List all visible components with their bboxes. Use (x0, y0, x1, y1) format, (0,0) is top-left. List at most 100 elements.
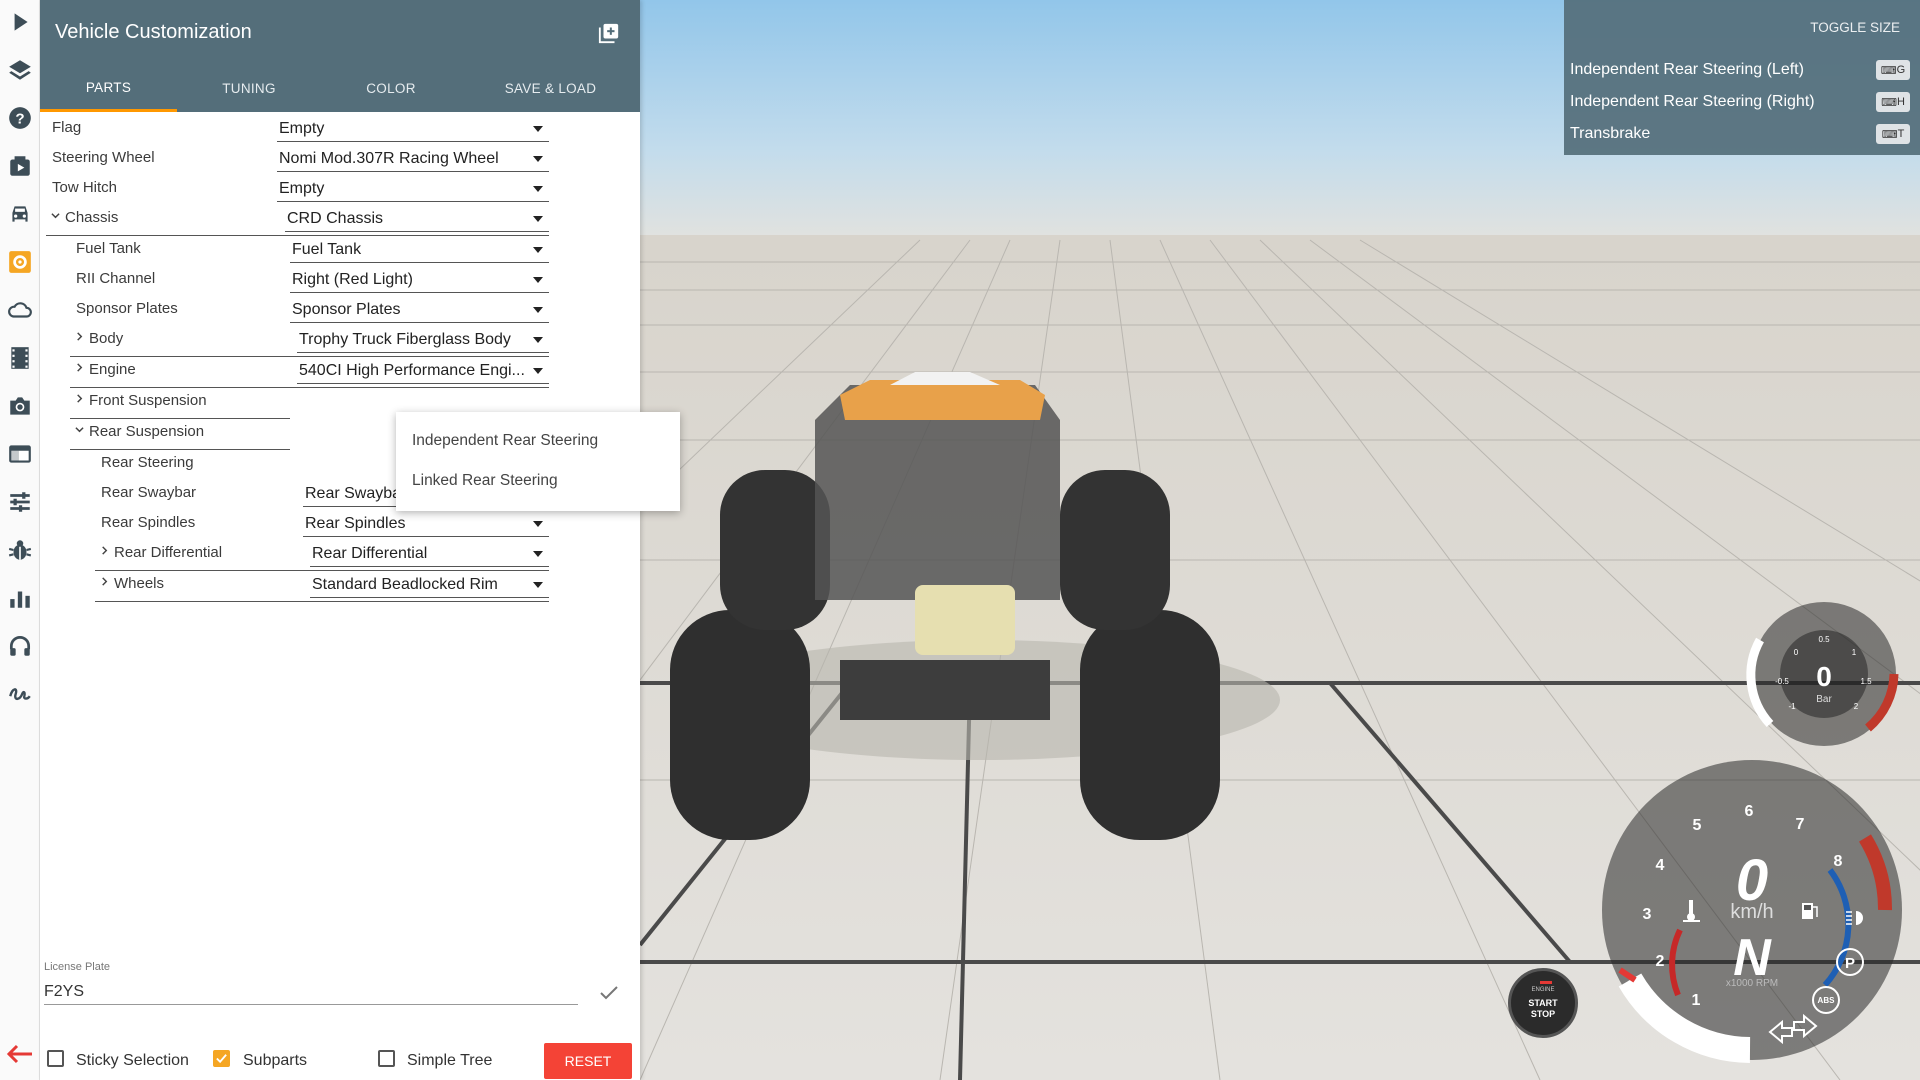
check-icon[interactable] (600, 986, 618, 1000)
stop-label: STOP (1530, 1009, 1556, 1019)
part-row-sponsor-plates: Sponsor Plates Sponsor Plates (40, 293, 640, 323)
panel-header: Vehicle Customization (40, 0, 640, 65)
part-select-value: Nomi Mod.307R Racing Wheel (279, 150, 499, 167)
boost-tick: 0 (1794, 648, 1799, 657)
dropdown-option-independent-rear-steering[interactable]: Independent Rear Steering (412, 432, 598, 450)
chevron-right-icon[interactable] (75, 394, 84, 403)
part-label: Tow Hitch (52, 179, 118, 196)
tab-save-load[interactable]: SAVE & LOAD (461, 65, 640, 112)
subparts-checkbox[interactable] (213, 1050, 230, 1067)
cloud-icon[interactable] (0, 290, 40, 330)
part-row-rear-differential: Rear Differential Rear Differential (40, 537, 640, 571)
boost-tick: -1 (1788, 702, 1796, 711)
help-icon[interactable]: ? (0, 98, 40, 138)
rpm-tick: 1 (1692, 992, 1701, 1009)
part-select-rear-spindles[interactable]: Rear Spindles (303, 511, 549, 537)
simple-tree-checkbox[interactable] (378, 1050, 395, 1067)
rpm-tick: 4 (1656, 857, 1665, 874)
part-select-engine[interactable]: 540CI High Performance Engi... (297, 358, 549, 384)
part-select-rii-channel[interactable]: Right (Red Light) (290, 267, 549, 293)
part-select-sponsor-plates[interactable]: Sponsor Plates (290, 297, 549, 323)
license-plate-input[interactable] (44, 980, 578, 1005)
part-row-front-suspension: Front Suspension (40, 385, 640, 419)
speedometer-gauge: 0 km/h N x1000 RPM 1 2 3 4 5 6 7 8 P ABS (1602, 760, 1902, 1063)
key-g: G (1896, 64, 1906, 76)
tab-parts[interactable]: PARTS (40, 65, 177, 112)
boost-gauge: 0 Bar -1 -0.5 0 0.5 1 1.5 2 (1746, 602, 1899, 746)
signature-icon[interactable] (0, 674, 40, 714)
key-badge-h: ⌨ H (1876, 92, 1910, 112)
part-label: Fuel Tank (76, 240, 141, 257)
part-row-chassis: Chassis CRD Chassis (40, 202, 640, 236)
dropdown-caret-icon (533, 186, 543, 192)
engine-start-stop-button[interactable]: ENGINE START STOP (1508, 968, 1578, 1038)
part-label: Rear Differential (114, 544, 223, 561)
part-select-steering-wheel[interactable]: Nomi Mod.307R Racing Wheel (277, 146, 549, 172)
chevron-right-icon[interactable] (75, 363, 84, 372)
chevron-right-icon[interactable] (75, 332, 84, 341)
dropdown-caret-icon (533, 307, 543, 313)
window-icon[interactable] (0, 434, 40, 474)
chevron-down-icon[interactable] (51, 211, 60, 220)
play-icon[interactable] (0, 2, 40, 42)
rpm-tick: 7 (1796, 816, 1805, 833)
back-arrow-icon[interactable] (6, 1042, 34, 1066)
layers-icon[interactable] (0, 50, 40, 90)
part-select-wheels[interactable]: Standard Beadlocked Rim (310, 572, 549, 598)
rpm-unit: x1000 RPM (1726, 978, 1778, 989)
detach-window-icon[interactable] (598, 22, 620, 44)
start-stop-indicator (1540, 981, 1552, 984)
media-icon[interactable] (0, 146, 40, 186)
simple-tree-label: Simple Tree (407, 1052, 493, 1069)
part-select-value: Standard Beadlocked Rim (312, 576, 498, 593)
vehicle-config-icon[interactable] (0, 242, 40, 282)
rpm-tick: 6 (1745, 803, 1754, 820)
reset-button[interactable]: RESET (544, 1043, 632, 1079)
part-label: Wheels (114, 575, 165, 592)
headset-icon[interactable] (0, 626, 40, 666)
part-row-tow-hitch: Tow Hitch Empty (40, 172, 640, 202)
parking-label: P (1845, 955, 1855, 972)
dropdown-caret-icon (533, 337, 543, 343)
tab-color[interactable]: COLOR (321, 65, 461, 112)
part-row-fuel-tank: Fuel Tank Fuel Tank (40, 233, 640, 263)
tab-bar: PARTS TUNING COLOR SAVE & LOAD (40, 65, 640, 112)
sticky-selection-checkbox[interactable] (47, 1050, 64, 1067)
control-label-irs-right: Independent Rear Steering (Right) (1570, 93, 1815, 110)
part-select-tow-hitch[interactable]: Empty (277, 176, 549, 202)
sliders-icon[interactable] (0, 482, 40, 522)
part-select-fuel-tank[interactable]: Fuel Tank (290, 237, 549, 263)
part-label: Sponsor Plates (76, 300, 178, 317)
boost-tick: 0.5 (1818, 635, 1830, 644)
car-icon[interactable] (0, 194, 40, 234)
boost-tick: -0.5 (1775, 677, 1789, 686)
chevron-down-icon[interactable] (75, 425, 84, 434)
dropdown-option-linked-rear-steering[interactable]: Linked Rear Steering (412, 472, 558, 490)
toggle-size-button[interactable]: TOGGLE SIZE (1810, 20, 1900, 35)
film-icon[interactable] (0, 338, 40, 378)
key-badge-g: ⌨ G (1876, 60, 1910, 80)
dropdown-caret-icon (533, 368, 543, 374)
part-label: Rear Steering (101, 454, 194, 471)
engine-label: ENGINE (1531, 987, 1555, 993)
part-label: Flag (52, 119, 82, 136)
chevron-right-icon[interactable] (100, 546, 109, 555)
part-select-flag[interactable]: Empty (277, 116, 549, 142)
tab-tuning[interactable]: TUNING (177, 65, 321, 112)
dropdown-caret-icon (533, 277, 543, 283)
part-label: Front Suspension (89, 392, 207, 409)
part-label: Chassis (65, 209, 119, 226)
part-select-value: Empty (279, 180, 325, 197)
dropdown-caret-icon (533, 247, 543, 253)
part-select-chassis[interactable]: CRD Chassis (285, 206, 549, 232)
camera-icon[interactable] (0, 386, 40, 426)
bug-icon[interactable] (0, 530, 40, 570)
key-t: T (1897, 128, 1905, 140)
control-label-transbrake: Transbrake (1570, 125, 1651, 142)
part-select-rear-differential[interactable]: Rear Differential (310, 541, 549, 567)
chevron-right-icon[interactable] (100, 577, 109, 586)
part-select-body[interactable]: Trophy Truck Fiberglass Body (297, 327, 549, 353)
chart-icon[interactable] (0, 578, 40, 618)
dropdown-caret-icon (533, 582, 543, 588)
part-label: RII Channel (76, 270, 156, 287)
